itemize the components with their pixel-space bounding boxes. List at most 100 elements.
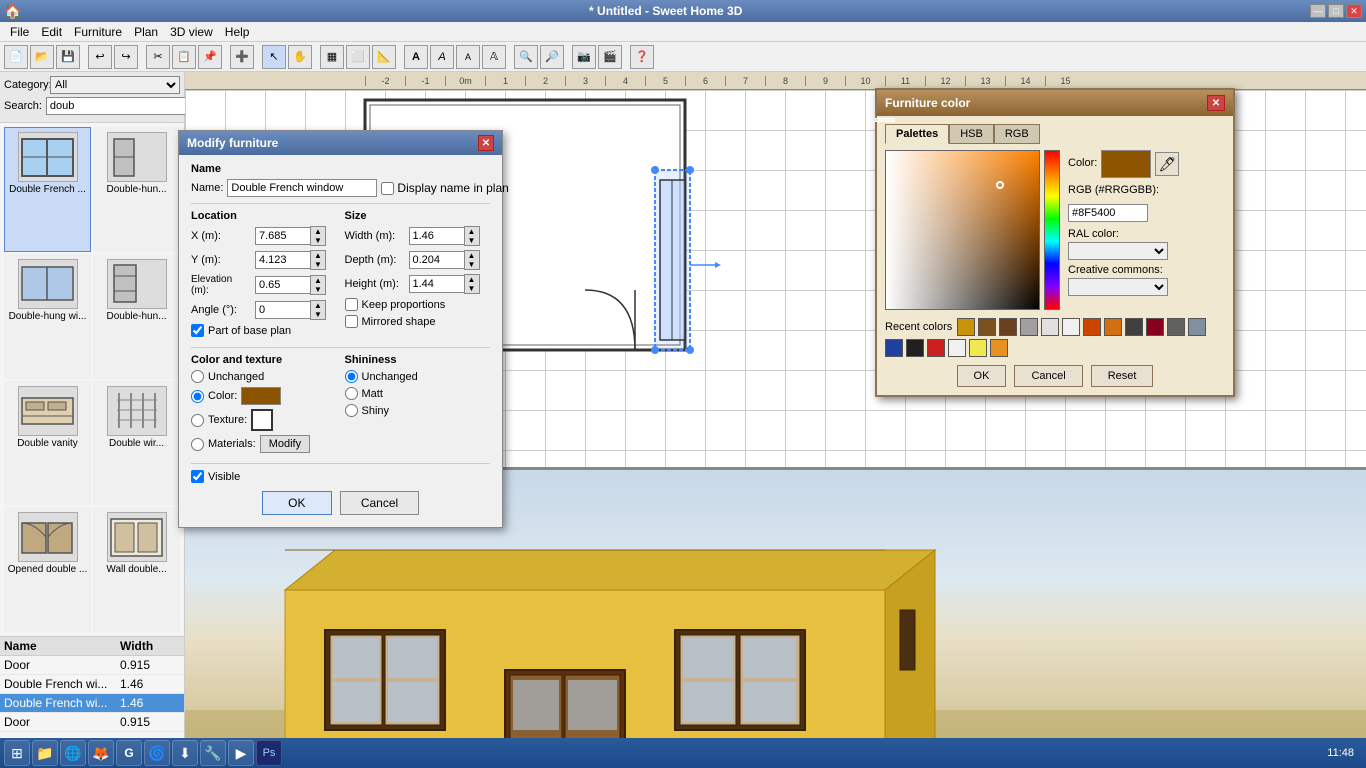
cc-select[interactable]: [1068, 278, 1168, 296]
furniture-item-2[interactable]: Double-hun...: [93, 127, 180, 252]
menu-file[interactable]: File: [4, 23, 35, 41]
list-row-1[interactable]: Door 0.915: [0, 656, 184, 675]
tool-help[interactable]: ❓: [630, 45, 654, 69]
modify-cancel-button[interactable]: Cancel: [340, 491, 419, 515]
taskbar-files[interactable]: 📁: [32, 740, 58, 766]
modify-furniture-dialog[interactable]: Modify furniture ✕ Name Name: Display na…: [178, 130, 503, 528]
rc-5[interactable]: [1041, 318, 1059, 336]
elevation-input[interactable]: [255, 276, 310, 294]
tool-open[interactable]: 📂: [30, 45, 54, 69]
height-input[interactable]: [409, 275, 464, 293]
list-row-4[interactable]: Door 0.915: [0, 713, 184, 732]
menu-plan[interactable]: Plan: [128, 23, 164, 41]
tool-photo[interactable]: 📷: [572, 45, 596, 69]
tool-room[interactable]: ⬜: [346, 45, 370, 69]
y-down[interactable]: ▼: [311, 260, 325, 269]
maximize-button[interactable]: □: [1328, 4, 1344, 18]
angle-up[interactable]: ▲: [311, 301, 325, 310]
fcolor-ok-button[interactable]: OK: [957, 365, 1007, 387]
height-down[interactable]: ▼: [465, 284, 479, 293]
tool-text-b[interactable]: A: [430, 45, 454, 69]
fcolor-close[interactable]: ✕: [1207, 95, 1225, 111]
tool-undo[interactable]: ↩: [88, 45, 112, 69]
rc-6[interactable]: [1062, 318, 1080, 336]
part-of-base-checkbox[interactable]: [191, 324, 204, 337]
tool-polyline[interactable]: 📐: [372, 45, 396, 69]
fcolor-cancel-button[interactable]: Cancel: [1014, 365, 1082, 387]
color-swatch[interactable]: [241, 387, 281, 405]
taskbar-uget[interactable]: 🌀: [144, 740, 170, 766]
rc-3[interactable]: [999, 318, 1017, 336]
taskbar-ie[interactable]: 🌐: [60, 740, 86, 766]
taskbar-ps[interactable]: Ps: [256, 740, 282, 766]
rc-14[interactable]: [906, 339, 924, 357]
x-up[interactable]: ▲: [311, 227, 325, 236]
elevation-down[interactable]: ▼: [311, 285, 325, 294]
tab-hsb[interactable]: HSB: [949, 124, 994, 144]
satval-square[interactable]: [885, 150, 1040, 310]
modify-ok-button[interactable]: OK: [262, 491, 332, 515]
angle-input[interactable]: [255, 301, 310, 319]
menu-3dview[interactable]: 3D view: [164, 23, 219, 41]
taskbar-g[interactable]: G: [116, 740, 142, 766]
height-up[interactable]: ▲: [465, 275, 479, 284]
taskbar-dl[interactable]: ⬇: [172, 740, 198, 766]
rc-12[interactable]: [1188, 318, 1206, 336]
x-input[interactable]: [255, 227, 310, 245]
menu-furniture[interactable]: Furniture: [68, 23, 128, 41]
tool-paste[interactable]: 📌: [198, 45, 222, 69]
rc-1[interactable]: [957, 318, 975, 336]
width-input[interactable]: [409, 227, 464, 245]
furniture-item-6[interactable]: Double wir...: [93, 381, 180, 506]
tool-text-a[interactable]: A: [404, 45, 428, 69]
taskbar-tool[interactable]: 🔧: [200, 740, 226, 766]
display-name-checkbox[interactable]: [381, 182, 394, 195]
angle-down[interactable]: ▼: [311, 310, 325, 319]
taskbar-start[interactable]: ⊞: [4, 740, 30, 766]
width-down[interactable]: ▼: [465, 236, 479, 245]
ral-select[interactable]: [1068, 242, 1168, 260]
rc-2[interactable]: [978, 318, 996, 336]
list-row-3[interactable]: Double French wi... 1.46: [0, 694, 184, 713]
rc-9[interactable]: [1125, 318, 1143, 336]
search-input[interactable]: [46, 97, 196, 115]
keep-proportions-checkbox[interactable]: [345, 298, 358, 311]
rc-13[interactable]: [885, 339, 903, 357]
depth-down[interactable]: ▼: [465, 260, 479, 269]
materials-modify-button[interactable]: Modify: [260, 435, 310, 453]
tool-copy[interactable]: 📋: [172, 45, 196, 69]
tool-select[interactable]: ↖: [262, 45, 286, 69]
depth-up[interactable]: ▲: [465, 251, 479, 260]
furniture-item-3[interactable]: Double-hung wi...: [4, 254, 91, 379]
sh-unchanged-radio[interactable]: [345, 370, 358, 383]
tool-cut[interactable]: ✂: [146, 45, 170, 69]
sh-matt-radio[interactable]: [345, 387, 358, 400]
width-up[interactable]: ▲: [465, 227, 479, 236]
tool-zoom-out[interactable]: 🔎: [540, 45, 564, 69]
y-up[interactable]: ▲: [311, 251, 325, 260]
rc-8[interactable]: [1104, 318, 1122, 336]
mirrored-shape-checkbox[interactable]: [345, 315, 358, 328]
elevation-up[interactable]: ▲: [311, 276, 325, 285]
radio-unchanged[interactable]: [191, 370, 204, 383]
rc-7[interactable]: [1083, 318, 1101, 336]
radio-color[interactable]: [191, 390, 204, 403]
tab-rgb[interactable]: RGB: [994, 124, 1040, 144]
furniture-item-4[interactable]: Double-hun...: [93, 254, 180, 379]
visible-checkbox[interactable]: [191, 470, 204, 483]
hue-strip[interactable]: [1044, 150, 1060, 310]
rc-18[interactable]: [990, 339, 1008, 357]
rc-10[interactable]: [1146, 318, 1164, 336]
radio-texture[interactable]: [191, 414, 204, 427]
list-row-2[interactable]: Double French wi... 1.46: [0, 675, 184, 694]
tool-add[interactable]: ➕: [230, 45, 254, 69]
name-input[interactable]: [227, 179, 377, 197]
rc-16[interactable]: [948, 339, 966, 357]
tool-zoom-in[interactable]: 🔍: [514, 45, 538, 69]
furniture-color-dialog[interactable]: Furniture color ✕ Palettes HSB RGB: [875, 88, 1235, 397]
furniture-item-8[interactable]: Wall double...: [93, 507, 180, 632]
tool-new[interactable]: 📄: [4, 45, 28, 69]
furniture-item-7[interactable]: Opened double ...: [4, 507, 91, 632]
modify-dialog-close[interactable]: ✕: [478, 135, 494, 151]
tool-save[interactable]: 💾: [56, 45, 80, 69]
